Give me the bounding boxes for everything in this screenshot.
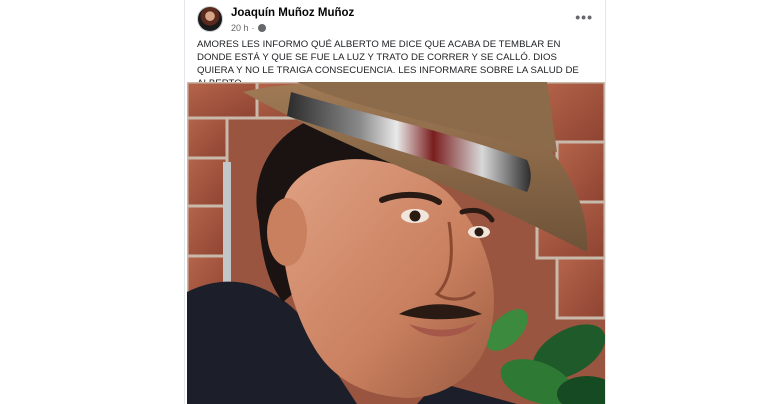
meta-separator: · <box>251 23 255 33</box>
author-name[interactable]: Joaquín Muñoz Muñoz <box>231 7 354 19</box>
author-avatar[interactable] <box>197 6 223 32</box>
portrait-illustration <box>187 82 605 404</box>
ear <box>267 198 307 266</box>
post-photo[interactable] <box>187 82 605 404</box>
facebook-post-card: Joaquín Muñoz Muñoz 20 h · ••• AMORES LE… <box>184 0 606 404</box>
more-options-icon[interactable]: ••• <box>575 10 593 24</box>
screenshot-canvas: Joaquín Muñoz Muñoz 20 h · ••• AMORES LE… <box>0 0 768 404</box>
post-meta: 20 h · <box>231 23 266 33</box>
post-header: Joaquín Muñoz Muñoz 20 h · ••• <box>193 6 597 36</box>
globe-icon <box>257 24 266 32</box>
post-time[interactable]: 20 h <box>231 23 249 33</box>
